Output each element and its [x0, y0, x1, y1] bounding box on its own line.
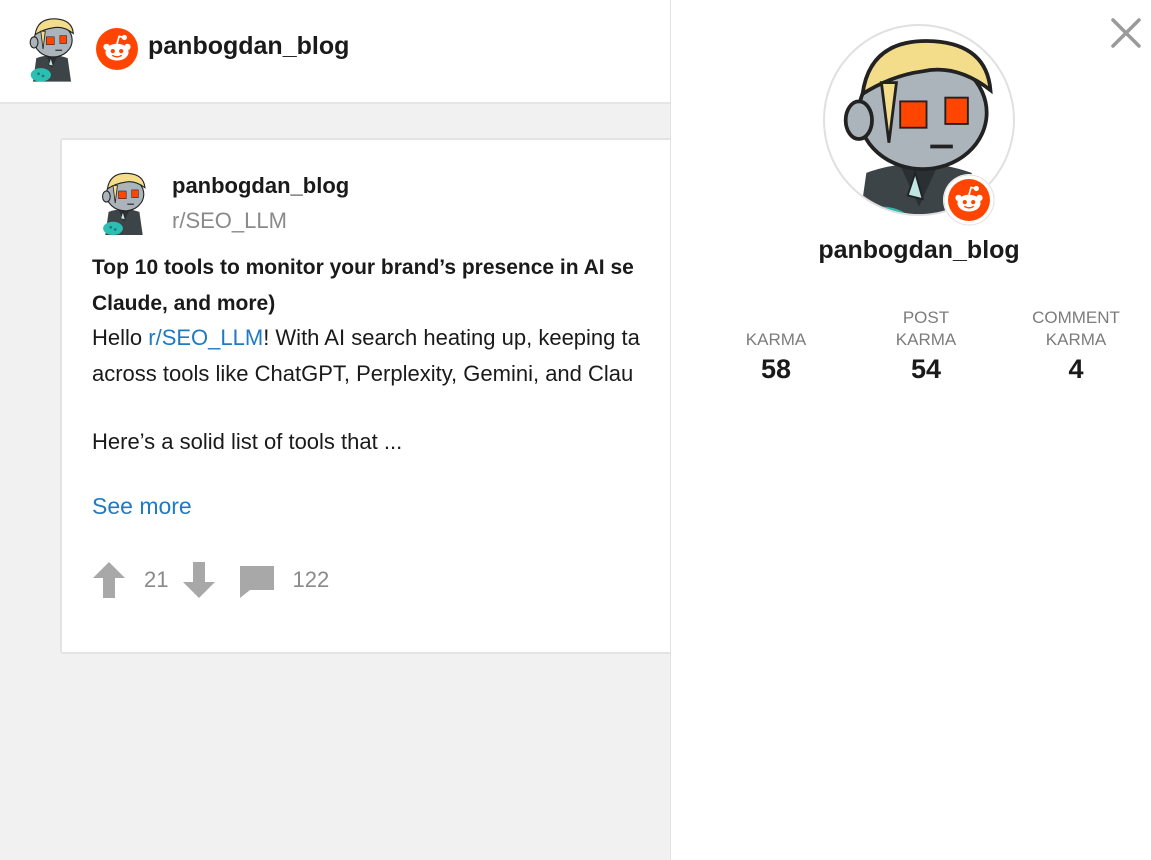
post-body-line: Hello r/SEO_LLM! With AI search heating …: [92, 320, 698, 356]
karma-label-line: KARMA: [895, 330, 957, 349]
profile-panel: panbogdan_blog KARMA 58 POST KARMA 54 CO…: [670, 0, 1151, 860]
karma-label-line: KARMA: [1045, 330, 1107, 349]
karma-stat: KARMA 58: [711, 305, 841, 385]
upvote-arrow-icon[interactable]: [90, 558, 128, 602]
post-author[interactable]: panbogdan_blog: [172, 173, 349, 199]
karma-label-line: POST: [902, 308, 950, 327]
subreddit-link[interactable]: r/SEO_LLM: [148, 325, 263, 350]
see-more-link[interactable]: See more: [92, 493, 192, 520]
profile-username: panbogdan_blog: [818, 236, 1020, 264]
user-avatar-icon[interactable]: [24, 14, 80, 82]
reddit-logo-icon: [96, 28, 138, 70]
post-subreddit[interactable]: r/SEO_LLM: [172, 208, 287, 234]
karma-value: 58: [760, 354, 792, 384]
post-actions: 21 122: [90, 558, 341, 602]
comment-bubble-icon[interactable]: [238, 558, 276, 602]
post-body-line: across tools like ChatGPT, Perplexity, G…: [92, 361, 634, 386]
comment-karma-stat: COMMENT KARMA 4: [1011, 305, 1141, 385]
header-bar: panbogdan_blog: [0, 0, 670, 104]
post-body: Hello r/SEO_LLM! With AI search heating …: [92, 320, 698, 460]
comment-count: 122: [292, 567, 330, 592]
reddit-badge-icon: [943, 174, 995, 226]
close-icon[interactable]: [1109, 16, 1143, 50]
post-body-text: ! With AI search heating up, keeping ta: [263, 325, 640, 350]
header-username[interactable]: panbogdan_blog: [148, 32, 349, 61]
karma-label-line: KARMA: [745, 330, 807, 349]
karma-label-line: COMMENT: [1032, 308, 1120, 327]
upvote-count: 21: [144, 567, 169, 592]
karma-value: 54: [910, 354, 942, 384]
post-title[interactable]: Top 10 tools to monitor your brand’s pre…: [92, 250, 698, 322]
post-body-text: Hello: [92, 325, 149, 350]
post-card[interactable]: panbogdan_blog r/SEO_LLM Top 10 tools to…: [60, 138, 700, 654]
karma-stats: KARMA 58 POST KARMA 54 COMMENT KARMA 4: [711, 305, 1141, 385]
post-body-line: Here’s a solid list of tools that ...: [92, 429, 403, 454]
post-title-line: Top 10 tools to monitor your brand’s pre…: [92, 256, 634, 279]
downvote-arrow-icon[interactable]: [180, 558, 218, 602]
post-title-line: Claude, and more): [92, 292, 276, 315]
post-karma-stat: POST KARMA 54: [861, 305, 991, 385]
post-author-avatar-icon[interactable]: [96, 169, 152, 235]
karma-value: 4: [1068, 354, 1084, 384]
